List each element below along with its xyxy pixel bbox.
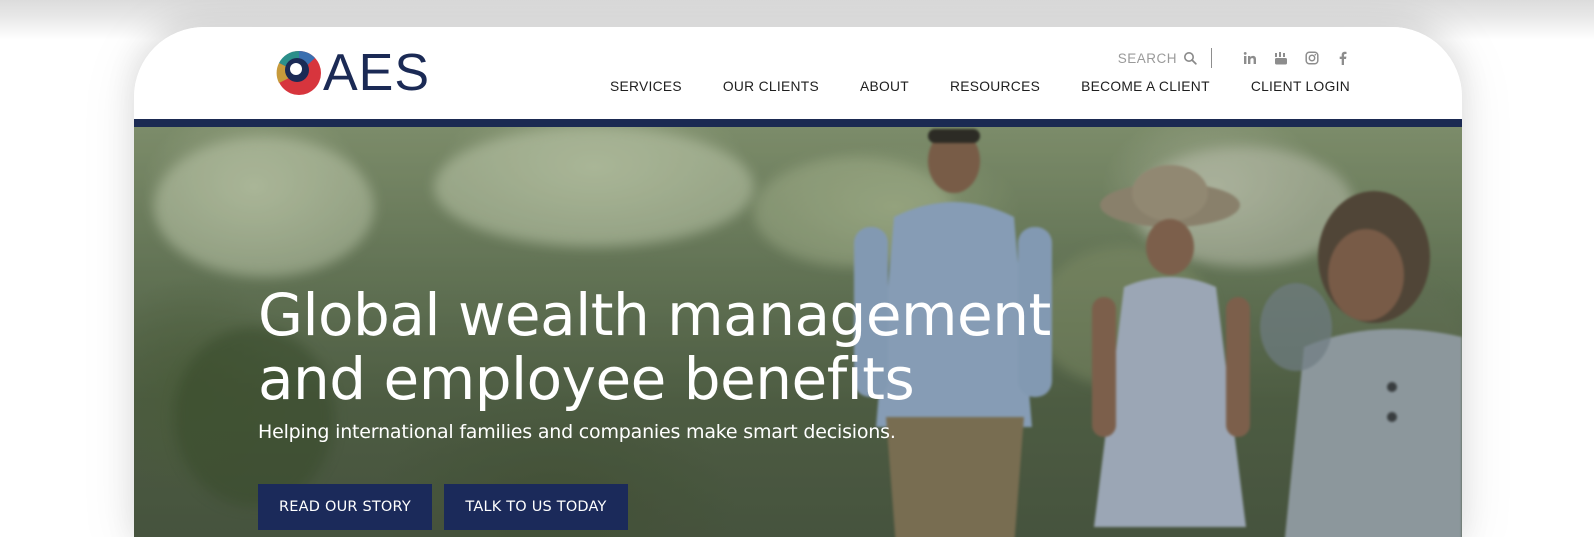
read-our-story-button[interactable]: READ OUR STORY	[258, 484, 432, 530]
utility-bar: SEARCH	[1118, 48, 1350, 68]
youtube-icon[interactable]	[1274, 51, 1288, 65]
logo[interactable]: AES	[275, 44, 431, 102]
search-icon[interactable]	[1183, 51, 1197, 65]
nav-item-about[interactable]: ABOUT	[860, 79, 909, 94]
nav-item-client-login[interactable]: CLIENT LOGIN	[1251, 79, 1350, 94]
nav-item-resources[interactable]: RESOURCES	[950, 79, 1040, 94]
header-accent-bar	[134, 119, 1462, 127]
instagram-icon[interactable]	[1305, 51, 1319, 65]
device-frame: AES SEARCH SERVICES OUR CLIENTS ABOUT RE…	[134, 27, 1462, 537]
nav-item-become-a-client[interactable]: BECOME A CLIENT	[1081, 79, 1210, 94]
talk-to-us-button[interactable]: TALK TO US TODAY	[444, 484, 628, 530]
hero-section: Global wealth management and employee be…	[134, 127, 1462, 537]
hero-subtitle: Helping international families and compa…	[258, 421, 896, 443]
linkedin-icon[interactable]	[1243, 51, 1257, 65]
main-nav: SERVICES OUR CLIENTS ABOUT RESOURCES BEC…	[610, 79, 1350, 94]
hero-title: Global wealth management and employee be…	[258, 283, 1078, 411]
hero-title-line-2: and employee benefits	[258, 345, 915, 413]
search-label[interactable]: SEARCH	[1118, 51, 1177, 66]
logo-text: AES	[323, 44, 431, 102]
utility-divider	[1211, 48, 1212, 68]
facebook-icon[interactable]	[1336, 51, 1350, 65]
nav-item-services[interactable]: SERVICES	[610, 79, 682, 94]
aes-logo-mark-icon	[276, 50, 321, 95]
site-header: AES SEARCH SERVICES OUR CLIENTS ABOUT RE…	[134, 27, 1462, 119]
nav-item-our-clients[interactable]: OUR CLIENTS	[723, 79, 819, 94]
hero-title-line-1: Global wealth management	[258, 281, 1051, 349]
